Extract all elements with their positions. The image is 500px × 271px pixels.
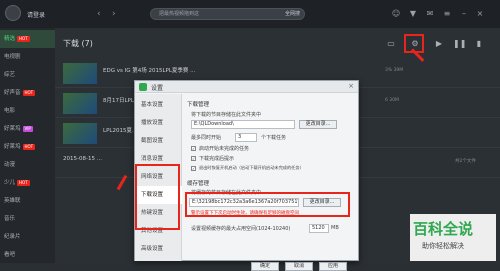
nav-highlight-box [135, 164, 180, 230]
video-thumbnail [63, 123, 97, 144]
nav-screenshot[interactable]: 截图设置 [135, 132, 182, 150]
login-link[interactable]: 请登录 [27, 10, 45, 19]
settings-nav: 基本设置 播放设置 截图设置 消息设置 网络设置 下载设置 热键设置 其他设置 … [135, 94, 182, 261]
download-status: 共2个文件 [455, 159, 476, 164]
sidebar-item-label: 电影 [4, 108, 16, 114]
checkbox-autostart[interactable]: ✓ [191, 166, 196, 171]
play-icon[interactable]: ▶ [433, 38, 445, 50]
dialog-title-bar: 设置 × [135, 81, 358, 93]
skin-icon[interactable]: ▼ [407, 8, 419, 20]
checkbox-label: 下载完成后提示 [199, 156, 235, 162]
max-size-unit: MB [331, 225, 339, 231]
nav-basic[interactable]: 基本设置 [135, 96, 182, 114]
sidebar-item-label: 音乐 [4, 216, 16, 222]
menu-icon[interactable]: ≡ [441, 8, 453, 20]
download-name: LPL2015夏... [103, 128, 138, 134]
watermark-logo: 百科全说 助你轻松解决 [410, 214, 496, 261]
sidebar-item-featured[interactable]: 精选 HOT [0, 30, 55, 48]
sidebar-item-label: 好莱坞 [4, 126, 21, 132]
download-name: 2015-08-15 ... [63, 156, 102, 162]
sidebar: 精选 HOT 电视剧 综艺 好声音 HOT 电影 好莱坞 VIP 好莱坞 HOT 动漫 … [0, 28, 55, 263]
message-icon[interactable]: ✉ [424, 8, 436, 20]
user-icon[interactable]: ☺ [390, 8, 402, 20]
sidebar-item-label: 精选 [4, 36, 16, 42]
watermark-title: 百科全说 [413, 220, 474, 238]
max-tasks-suffix: 个下载任务 [261, 135, 287, 141]
sidebar-item-anime[interactable]: 动漫 [0, 156, 55, 174]
forward-arrow-icon[interactable]: › [112, 8, 124, 20]
user-avatar-icon[interactable] [5, 5, 21, 21]
sidebar-item-label: 英雄联 [4, 198, 21, 204]
download-path-field[interactable]: E:\QLDownload\ [191, 120, 295, 129]
vip-badge: VIP [22, 125, 33, 132]
max-tasks-label: 最多同时开始 [191, 135, 222, 141]
app-icon [139, 83, 147, 91]
watermark: 百科全说 助你轻松解决 [410, 214, 496, 261]
sidebar-item-hollywood-2[interactable]: 好莱坞 HOT [0, 138, 55, 156]
checkbox-label: 退出时恢复开机启动（启动下载开机启动未完成的任务） [199, 165, 304, 170]
cancel-button[interactable]: 取消 [285, 262, 313, 271]
page-title: 下载 (7) [63, 38, 93, 49]
top-bar: 请登录 ‹ › 全网搜 ☺ ▼ ✉ ≡ – × [0, 0, 500, 28]
close-icon[interactable]: × [474, 8, 486, 20]
change-dir-button[interactable]: 更改目录... [299, 120, 337, 129]
dialog-title: 设置 [151, 85, 164, 92]
nav-advanced[interactable]: 高级设置 [135, 240, 182, 258]
download-settings-panel: 下载管理 将下载的节目存储在此文件夹中 E:\QLDownload\ 更改目录.… [187, 94, 357, 271]
section-download-title: 下载管理 [187, 102, 210, 108]
sidebar-item-tv[interactable]: 电视剧 [0, 48, 55, 66]
sidebar-item-movie[interactable]: 电影 [0, 102, 55, 120]
folder-icon[interactable]: ▭ [385, 38, 397, 50]
sidebar-item-label: 少儿 [4, 180, 16, 186]
sidebar-item-label: 好声音 [4, 90, 21, 96]
minimize-icon[interactable]: – [458, 8, 470, 20]
max-size-field[interactable]: 5120 [309, 224, 329, 233]
download-size: 3% 39M [385, 68, 404, 73]
search-button[interactable]: 全网搜 [285, 10, 300, 17]
max-size-label: 设置视频缓存的最大占用空间(1024-10240) [191, 226, 291, 232]
sidebar-item-label: 电视剧 [4, 54, 21, 60]
sidebar-item-kanba[interactable]: 看吧 [0, 246, 55, 264]
path-label: 将下载的节目存储在此文件夹中 [191, 112, 262, 118]
nav-playback[interactable]: 播放设置 [135, 114, 182, 132]
download-count: (7) [81, 39, 93, 48]
video-thumbnail [63, 93, 97, 114]
sidebar-item-label: 纪录片 [4, 234, 21, 240]
back-arrow-icon[interactable]: ‹ [97, 8, 109, 20]
download-size: 6 30M [385, 98, 399, 103]
watermark-subtitle: 助你轻松解决 [422, 242, 464, 250]
search-box: 全网搜 [150, 8, 305, 20]
close-icon[interactable]: × [348, 82, 354, 90]
checkbox-label: 启动开始未完成的任务 [199, 146, 250, 152]
apply-button[interactable]: 应用 [319, 262, 347, 271]
ok-button[interactable]: 确定 [251, 262, 279, 271]
delete-icon[interactable]: ▮ [473, 38, 485, 50]
sidebar-item-music[interactable]: 音乐 [0, 210, 55, 228]
sidebar-item-voice[interactable]: 好声音 HOT [0, 84, 55, 102]
sidebar-item-hollywood[interactable]: 好莱坞 VIP [0, 120, 55, 138]
hot-badge: HOT [17, 35, 30, 42]
section-cache-title: 缓存管理 [187, 181, 210, 187]
download-title: 下载 [63, 39, 79, 48]
sidebar-item-label: 看吧 [4, 252, 16, 258]
hot-badge: HOT [22, 143, 36, 150]
sidebar-item-lol[interactable]: 英雄联 [0, 192, 55, 210]
cache-highlight-box [185, 192, 350, 217]
sidebar-item-variety[interactable]: 综艺 [0, 66, 55, 84]
pause-icon[interactable]: ❚❚ [453, 38, 466, 50]
sidebar-item-label: 综艺 [4, 72, 16, 78]
sidebar-item-documentary[interactable]: 纪录片 [0, 228, 55, 246]
sidebar-item-label: 好莱坞 [4, 144, 21, 150]
hot-badge: HOT [17, 179, 30, 186]
settings-dialog: 设置 × 基本设置 播放设置 截图设置 消息设置 网络设置 下载设置 热键设置 … [134, 80, 359, 271]
search-input[interactable] [159, 9, 259, 19]
max-tasks-select[interactable]: 3 [235, 133, 257, 142]
sidebar-item-label: 动漫 [4, 162, 16, 168]
video-thumbnail [63, 63, 97, 84]
checkbox-notify[interactable]: ✓ [191, 156, 196, 161]
hot-badge: HOT [22, 89, 36, 96]
checkbox-resume[interactable]: ✓ [191, 146, 196, 151]
download-name: EDG vs IG 第4场 2015LPL夏季赛 ... [103, 68, 196, 74]
sidebar-item-kids[interactable]: 少儿 HOT [0, 174, 55, 192]
